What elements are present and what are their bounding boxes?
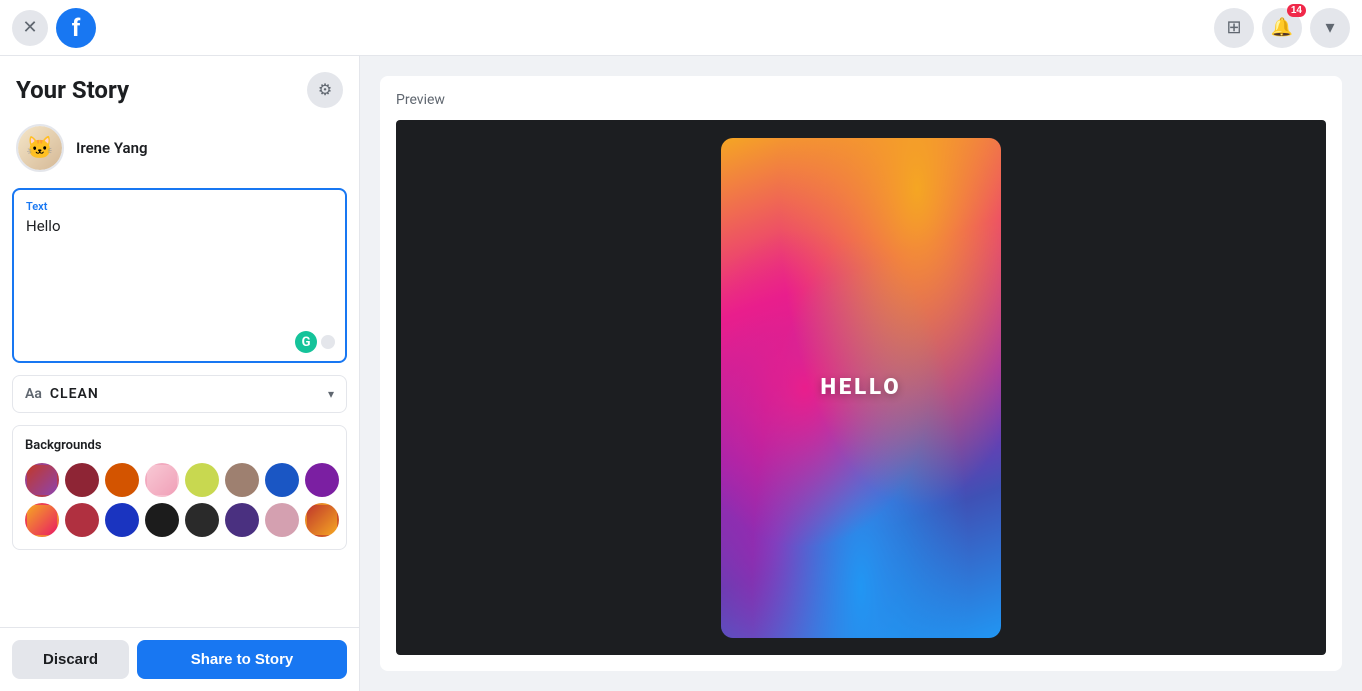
notification-badge: 14	[1287, 4, 1306, 17]
gear-icon: ⚙	[318, 80, 332, 100]
top-bar-left: ✕ f	[12, 8, 96, 48]
grammarly-badge: G	[295, 331, 337, 353]
background-swatch[interactable]	[65, 463, 99, 497]
facebook-logo: f	[56, 8, 96, 48]
story-text-input[interactable]: Hello	[26, 217, 333, 347]
preview-stage: HELLO	[396, 120, 1326, 655]
close-icon: ✕	[22, 17, 37, 38]
font-aa-label: Aa	[25, 386, 42, 402]
background-swatch[interactable]	[265, 503, 299, 537]
backgrounds-section: Backgrounds	[12, 425, 347, 550]
story-card-text: HELLO	[820, 375, 901, 400]
account-menu-button[interactable]: ▾	[1310, 8, 1350, 48]
background-swatch[interactable]	[305, 503, 339, 537]
chevron-down-icon: ▾	[1325, 17, 1334, 38]
user-row: 🐱 Irene Yang	[0, 116, 359, 188]
background-swatch[interactable]	[185, 463, 219, 497]
avatar-emoji: 🐱	[26, 136, 53, 161]
backgrounds-grid	[25, 463, 334, 537]
avatar-image: 🐱	[18, 126, 62, 170]
font-dropdown-chevron: ▾	[328, 387, 334, 401]
background-swatch[interactable]	[105, 463, 139, 497]
left-panel: Your Story ⚙ 🐱 Irene Yang Text Hello G	[0, 56, 360, 691]
right-panel: Preview HELLO	[360, 56, 1362, 691]
background-swatch[interactable]	[145, 463, 179, 497]
username: Irene Yang	[76, 139, 148, 157]
background-swatch[interactable]	[65, 503, 99, 537]
background-swatch[interactable]	[225, 503, 259, 537]
font-name-label: CLEAN	[50, 386, 99, 402]
settings-button[interactable]: ⚙	[307, 72, 343, 108]
background-swatch[interactable]	[185, 503, 219, 537]
grid-menu-button[interactable]: ⊞	[1214, 8, 1254, 48]
avatar: 🐱	[16, 124, 64, 172]
grid-icon: ⊞	[1226, 17, 1241, 38]
close-button[interactable]: ✕	[12, 10, 48, 46]
background-swatch[interactable]	[265, 463, 299, 497]
preview-label: Preview	[396, 92, 1326, 108]
notifications-button[interactable]: 🔔 14	[1262, 8, 1302, 48]
share-to-story-button[interactable]: Share to Story	[137, 640, 347, 679]
background-swatch[interactable]	[305, 463, 339, 497]
text-input-label: Text	[26, 200, 333, 213]
main-content: Your Story ⚙ 🐱 Irene Yang Text Hello G	[0, 56, 1362, 691]
background-swatch[interactable]	[105, 503, 139, 537]
font-dropdown-left: Aa CLEAN	[25, 386, 99, 402]
bell-icon: 🔔	[1271, 17, 1293, 38]
background-swatch[interactable]	[25, 463, 59, 497]
backgrounds-title: Backgrounds	[25, 438, 334, 453]
left-panel-header: Your Story ⚙	[0, 56, 359, 116]
discard-button[interactable]: Discard	[12, 640, 129, 679]
top-bar-right: ⊞ 🔔 14 ▾	[1214, 8, 1350, 48]
top-bar: ✕ f ⊞ 🔔 14 ▾	[0, 0, 1362, 56]
font-dropdown[interactable]: Aa CLEAN ▾	[12, 375, 347, 413]
story-card: HELLO	[721, 138, 1001, 638]
your-story-title: Your Story	[16, 76, 129, 104]
preview-container: Preview HELLO	[380, 76, 1342, 671]
bottom-buttons: Discard Share to Story	[0, 627, 359, 691]
text-input-container: Text Hello G	[12, 188, 347, 363]
background-swatch[interactable]	[225, 463, 259, 497]
grammarly-circle	[319, 333, 337, 351]
background-swatch[interactable]	[145, 503, 179, 537]
grammarly-icon: G	[295, 331, 317, 353]
background-swatch[interactable]	[25, 503, 59, 537]
